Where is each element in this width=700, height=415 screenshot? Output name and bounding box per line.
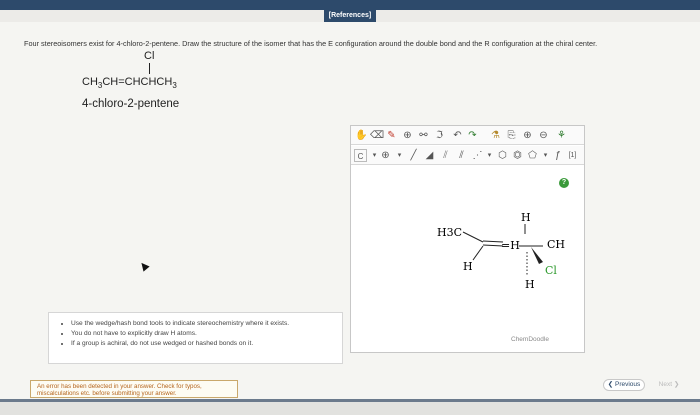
references-tab[interactable]: [References]	[324, 10, 376, 22]
pencil-icon[interactable]: ✎	[385, 129, 398, 142]
copy-icon[interactable]: ⎘	[505, 129, 518, 142]
atom-h-top: H	[521, 211, 531, 224]
chlorine-bond	[149, 63, 150, 74]
lasso-icon[interactable]: ℑ	[433, 129, 446, 142]
zoom-out-icon[interactable]: ⊖	[537, 129, 550, 142]
instruction-item: You do not have to explicitly draw H ato…	[71, 329, 334, 339]
atom-h-left: H	[463, 260, 473, 273]
atom-h-bottom: H	[525, 278, 535, 291]
benzene-icon[interactable]: ⏣	[511, 149, 524, 162]
compound-name: 4-chloro-2-pentene	[82, 98, 180, 110]
chlorine-label: Cl	[144, 50, 155, 62]
formula-subscript-2: 3	[172, 81, 177, 91]
hand-icon[interactable]: ✋	[355, 129, 368, 142]
editor-toolbar-bottom: C ▾ ⊕ ▾ ╱ ◢ ⫽ ⫽ ⋰ ▾ ⬡ ⏣ ⬠ ▾ ƒ [1]	[351, 146, 584, 165]
redo-icon[interactable]: ↷	[466, 129, 479, 142]
chevron-right-icon: ❯	[672, 381, 680, 388]
question-text: Four stereoisomers exist for 4-chloro-2-…	[24, 39, 598, 48]
previous-label: Previous	[614, 381, 641, 388]
formula-part-1: CH	[82, 76, 98, 88]
formula-icon[interactable]: ƒ	[551, 149, 564, 162]
wedge-bond-cl	[531, 247, 543, 264]
bond-dropdown-icon[interactable]: ▾	[483, 149, 496, 162]
next-label: Next	[658, 381, 673, 388]
single-bond-icon[interactable]: ╱	[407, 149, 420, 162]
molecule-drawing: H3C H =H CH H Cl H	[437, 211, 565, 291]
plus-circle-icon[interactable]: ⊕	[401, 129, 414, 142]
atom-carbon-button[interactable]: C	[354, 149, 367, 162]
condensed-formula: CH3CH=CHCHCH3	[82, 76, 177, 90]
bottom-fill	[0, 402, 700, 415]
formula-part-2: CH=CHCHCH	[102, 76, 173, 88]
hash-bond-icon[interactable]: ⫽	[439, 149, 452, 162]
previous-button[interactable]: ❮ Previous	[603, 379, 645, 391]
bracket-button[interactable]: [1]	[566, 149, 579, 162]
instruction-item: Use the wedge/hash bond tools to indicat…	[71, 319, 334, 329]
atom-cl: Cl	[545, 264, 557, 277]
atom-eq-h: =H	[501, 239, 520, 252]
eraser-icon[interactable]: ⌫	[370, 129, 384, 142]
drawing-canvas[interactable]: ? H3C H =H CH H Cl H ChemDoodle	[351, 166, 584, 352]
instructions-box: Use the wedge/hash bond tools to indicat…	[48, 312, 343, 364]
ring-icon[interactable]: ⚯	[417, 129, 430, 142]
editor-toolbar-top: ✋ ⌫ ✎ ⊕ ⚯ ℑ ↶ ↷ ⚗ ⎘ ⊕ ⊖ ⚘	[351, 126, 584, 145]
instruction-item: If a group is achiral, do not use wedged…	[71, 339, 334, 349]
chemdoodle-editor[interactable]: ✋ ⌫ ✎ ⊕ ⚯ ℑ ↶ ↷ ⚗ ⎘ ⊕ ⊖ ⚘ C ▾ ⊕ ▾ ╱ ◢ ⫽ …	[350, 125, 585, 353]
cyclohexane-icon[interactable]: ⬡	[496, 149, 509, 162]
charge-plus-button[interactable]: ⊕	[379, 149, 392, 162]
double-bond-icon[interactable]: ⫽	[455, 149, 468, 162]
atom-ch: CH	[547, 238, 565, 251]
chevron-left-icon: ❮	[607, 381, 615, 388]
error-message: An error has been detected in your answe…	[37, 383, 202, 397]
chemdoodle-brand: ChemDoodle	[511, 336, 549, 343]
next-button[interactable]: Next ❯	[652, 379, 686, 391]
bond-1	[462, 231, 484, 243]
clean-icon[interactable]: ⚘	[555, 129, 568, 142]
undo-icon[interactable]: ↶	[451, 129, 464, 142]
charge-dropdown-icon[interactable]: ▾	[393, 149, 406, 162]
bond-double-b	[482, 244, 504, 247]
top-bar	[0, 0, 700, 10]
template-icon[interactable]: ⚗	[489, 129, 502, 142]
wedge-bond-icon[interactable]: ◢	[423, 149, 436, 162]
zoom-in-icon[interactable]: ⊕	[521, 129, 534, 142]
bond-h-left	[472, 245, 484, 261]
bond-double-a	[482, 240, 504, 243]
atom-h3c: H3C	[437, 226, 462, 239]
pentagon-icon[interactable]: ⬠	[526, 149, 539, 162]
error-message-box: An error has been detected in your answe…	[30, 380, 238, 398]
